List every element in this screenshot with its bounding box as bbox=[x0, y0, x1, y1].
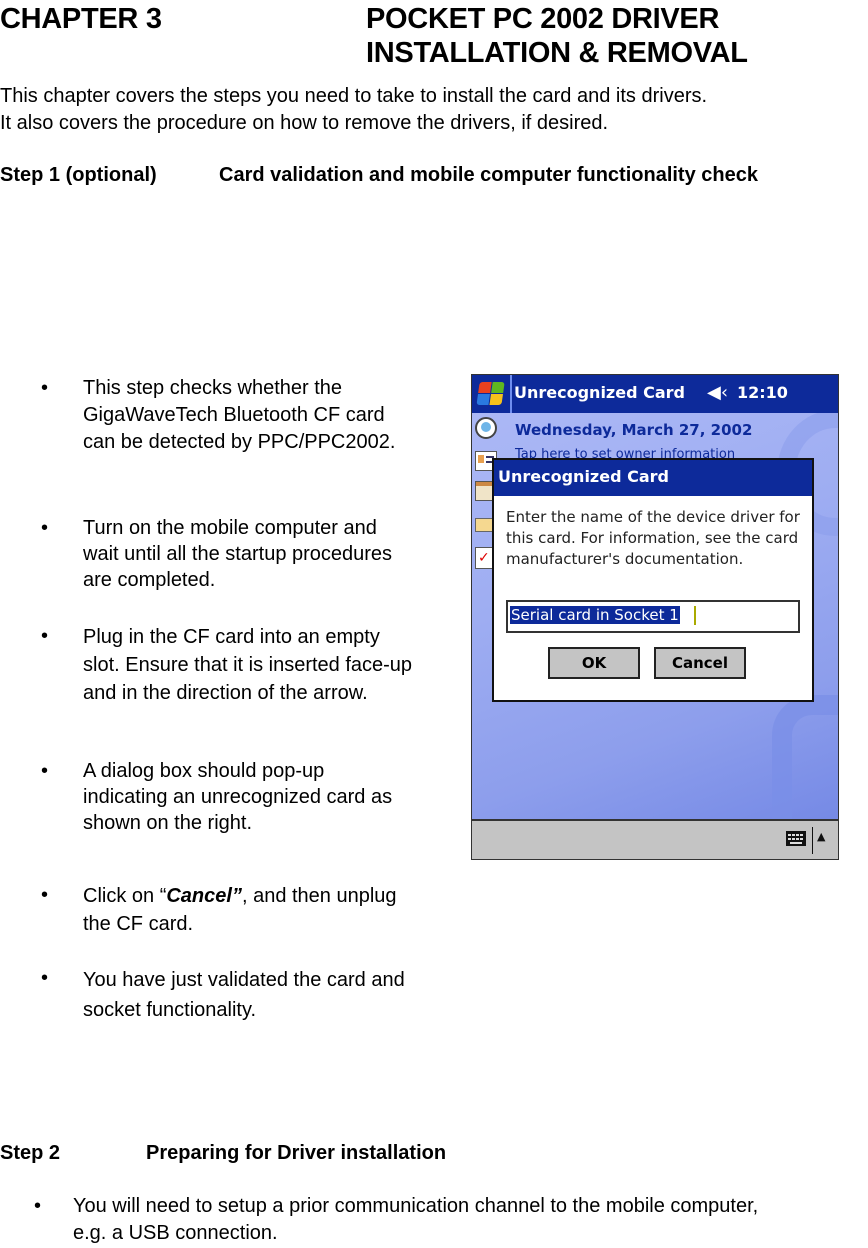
bullet-text: Turn on the mobile computer and wait unt… bbox=[83, 517, 393, 591]
bullet-dot: • bbox=[41, 967, 49, 989]
cancel-button[interactable]: Cancel bbox=[654, 647, 746, 679]
unrecognized-card-dialog: Unrecognized Card Enter the name of the … bbox=[492, 458, 814, 702]
bullet-text: A dialog box should pop-up indicating an… bbox=[83, 760, 393, 834]
bullet-dot: • bbox=[41, 884, 49, 906]
bullet-text: This step checks whether the GigaWaveTec… bbox=[83, 377, 396, 453]
dialog-title-bar: Unrecognized Card bbox=[494, 460, 812, 496]
step2-label: Step 2 bbox=[0, 1142, 61, 1164]
text-caret bbox=[694, 606, 696, 625]
taskbar-separator bbox=[812, 827, 813, 854]
dialog-title: Unrecognized Card bbox=[498, 467, 669, 486]
clock[interactable]: 12:10 bbox=[737, 383, 788, 402]
step2-title: Preparing for Driver installation bbox=[146, 1142, 447, 1164]
bullet-dot: • bbox=[41, 625, 49, 647]
pocket-pc-screenshot: Microsoft Unrecognized Card ◀‹ 12:10 ✓ W… bbox=[471, 374, 839, 860]
bullet-dot: • bbox=[41, 760, 49, 782]
cancel-emphasis: Cancel” bbox=[166, 885, 242, 907]
bullet-text-before: Click on “ bbox=[83, 885, 167, 907]
title-bar: Unrecognized Card ◀‹ 12:10 bbox=[472, 375, 838, 413]
chapter-title-line1: POCKET PC 2002 DRIVER bbox=[366, 3, 720, 35]
keyboard-icon[interactable] bbox=[786, 831, 806, 846]
chapter-number: CHAPTER 3 bbox=[0, 3, 162, 35]
ok-button[interactable]: OK bbox=[548, 647, 640, 679]
speaker-icon[interactable]: ◀‹ bbox=[707, 382, 728, 403]
intro-line-2: It also covers the procedure on how to r… bbox=[0, 112, 609, 134]
chapter-title-line2: INSTALLATION & REMOVAL bbox=[366, 37, 748, 69]
window-title: Unrecognized Card bbox=[514, 383, 685, 402]
step1-title: Card validation and mobile computer func… bbox=[219, 164, 758, 186]
start-button[interactable] bbox=[472, 375, 512, 413]
step1-label: Step 1 (optional) bbox=[0, 164, 157, 186]
sip-menu-arrow-icon[interactable]: ▲ bbox=[817, 830, 825, 843]
driver-name-input[interactable]: Serial card in Socket 1 bbox=[506, 600, 800, 633]
bullet-text: Click on “Cancel”, and then unplug the C… bbox=[83, 882, 413, 938]
bullet-text: You have just validated the card and soc… bbox=[83, 969, 405, 1021]
clock-icon[interactable] bbox=[475, 417, 497, 439]
windows-logo-icon bbox=[476, 382, 505, 406]
dialog-message: Enter the name of the device driver for … bbox=[506, 508, 800, 568]
driver-name-value: Serial card in Socket 1 bbox=[510, 606, 680, 624]
command-bar: ▲ bbox=[472, 819, 838, 859]
bullet-text: You will need to setup a prior communica… bbox=[73, 1195, 759, 1244]
bullet-dot: • bbox=[41, 377, 49, 399]
bullet-dot: • bbox=[34, 1195, 42, 1217]
intro-line-1: This chapter covers the steps you need t… bbox=[0, 85, 708, 107]
bullet-text: Plug in the CF card into an empty slot. … bbox=[83, 626, 413, 704]
today-date[interactable]: Wednesday, March 27, 2002 bbox=[515, 421, 752, 439]
bullet-dot: • bbox=[41, 517, 49, 539]
